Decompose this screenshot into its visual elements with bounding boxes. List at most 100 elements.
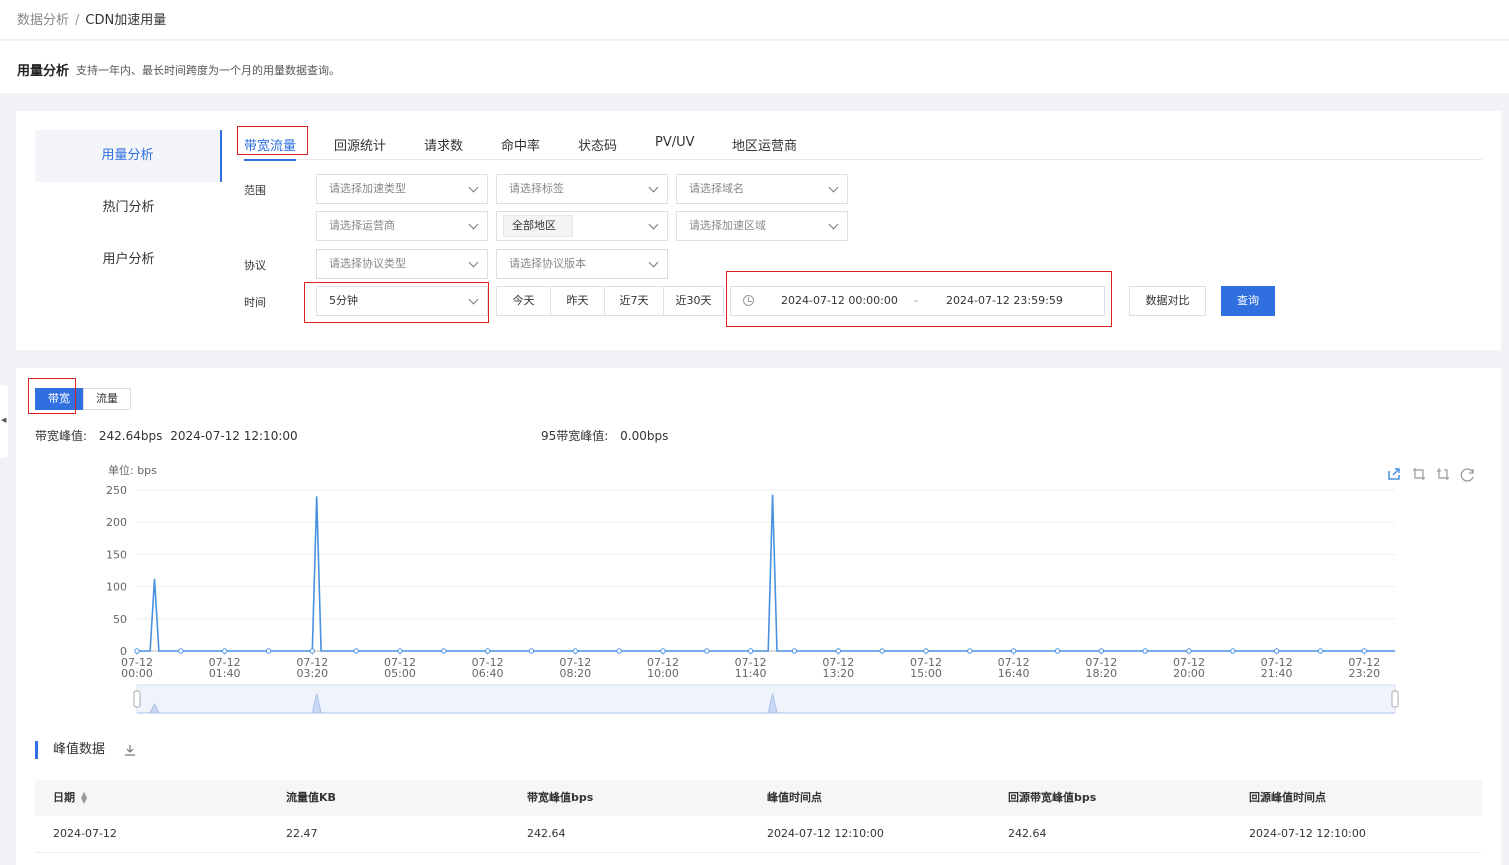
date-end[interactable]: 2024-07-12 23:59:59 <box>946 294 1063 307</box>
chevron-down-icon <box>648 182 659 193</box>
data-point <box>1273 648 1280 654</box>
chevron-down-icon <box>648 219 659 230</box>
x-tick-label: 15:00 <box>910 667 942 680</box>
tab-hit-rate[interactable]: 命中率 <box>501 135 540 154</box>
peak-label: 带宽峰值: <box>35 429 88 443</box>
granularity-select[interactable]: 5分钟 <box>316 286 488 316</box>
accel-type-select[interactable]: 请选择加速类型 <box>316 174 488 204</box>
data-point <box>484 648 491 654</box>
x-tick-label: 11:40 <box>735 667 767 680</box>
x-tick-label: 08:20 <box>559 667 591 680</box>
download-icon[interactable] <box>124 744 136 756</box>
compare-button[interactable]: 数据对比 <box>1129 286 1206 316</box>
column-header-bw-peak: 带宽峰值bps <box>527 791 594 804</box>
breadcrumb-parent[interactable]: 数据分析 <box>17 13 69 28</box>
column-header-origin-peak-time: 回源峰值时间点 <box>1249 791 1326 804</box>
chevron-down-icon <box>828 182 839 193</box>
intro-bar: 用量分析 支持一年内、最长时间跨度为一个月的用量数据查询。 <box>0 41 1509 93</box>
data-point <box>747 648 754 654</box>
sort-icon[interactable]: ▲ ▼ <box>81 791 87 805</box>
analysis-tabs: 带宽流量 回源统计 请求数 命中率 状态码 PV/UV 地区运营商 <box>244 130 1482 161</box>
data-point <box>704 648 710 654</box>
refresh-icon[interactable] <box>1460 467 1476 483</box>
peak-section-title: 峰值数据 <box>35 741 105 759</box>
data-point <box>1010 648 1017 654</box>
domain-placeholder: 请选择域名 <box>689 182 744 195</box>
data-point <box>967 648 973 654</box>
zoom-slider-track <box>136 684 1396 714</box>
filter-card: 用量分析 热门分析 用户分析 带宽流量 回源统计 请求数 命中率 状态码 PV/… <box>16 111 1501 350</box>
domain-select[interactable]: 请选择域名 <box>676 174 848 204</box>
data-point <box>265 648 272 654</box>
cell-date: 2024-07-12 <box>53 827 117 840</box>
sidenav-item-user[interactable]: 用户分析 <box>35 234 222 286</box>
protocol-type-select[interactable]: 请选择协议类型 <box>316 249 488 279</box>
data-point <box>616 648 622 654</box>
data-point <box>1230 648 1236 654</box>
p95-value: 0.00bps <box>620 429 669 443</box>
quick-7days-button[interactable]: 近7天 <box>605 287 664 315</box>
date-range-picker[interactable]: 2024-07-12 00:00:00 - 2024-07-12 23:59:5… <box>730 286 1105 316</box>
x-tick-label: 10:00 <box>647 667 679 680</box>
tab-status-code[interactable]: 状态码 <box>578 135 617 154</box>
quick-yesterday-button[interactable]: 昨天 <box>551 287 605 315</box>
x-tick-label: 18:20 <box>1085 667 1117 680</box>
quick-30days-button[interactable]: 近30天 <box>664 287 723 315</box>
sidebar-collapse-handle[interactable]: ◀ <box>0 385 8 458</box>
toggle-traffic[interactable]: 流量 <box>83 388 131 410</box>
region-select[interactable]: 全部地区 <box>496 211 668 241</box>
tag-select[interactable]: 请选择标签 <box>496 174 668 204</box>
chart-card: 带宽 流量 带宽峰值: 242.64bps 2024-07-12 12:10:0… <box>16 368 1501 865</box>
tag-placeholder: 请选择标签 <box>509 182 564 195</box>
tab-region-isp[interactable]: 地区运营商 <box>732 135 797 154</box>
tab-origin-stats[interactable]: 回源统计 <box>334 135 386 154</box>
p95-label: 95带宽峰值: <box>541 429 609 443</box>
date-separator: - <box>914 294 918 307</box>
cell-bw-peak: 242.64 <box>527 827 566 840</box>
data-point <box>1142 648 1148 654</box>
sidenav-item-hot[interactable]: 热门分析 <box>35 182 222 234</box>
x-tick-label: 23:20 <box>1348 667 1380 680</box>
y-tick-label: 250 <box>106 484 127 497</box>
quick-range-group: 今天 昨天 近7天 近30天 <box>496 286 724 316</box>
data-point <box>309 648 316 654</box>
chevron-down-icon <box>468 294 479 305</box>
region-tag[interactable]: 全部地区 <box>503 215 573 237</box>
cell-origin-bw-peak: 242.64 <box>1008 827 1047 840</box>
peak-value: 242.64bps <box>98 429 163 443</box>
tab-pv-uv[interactable]: PV/UV <box>655 135 695 150</box>
data-point <box>528 648 535 654</box>
data-point <box>1054 648 1061 654</box>
sidenav-item-usage[interactable]: 用量分析 <box>35 130 222 182</box>
date-start[interactable]: 2024-07-12 00:00:00 <box>781 294 898 307</box>
data-point <box>879 648 885 654</box>
data-point <box>923 648 929 654</box>
accel-region-placeholder: 请选择加速区域 <box>689 219 766 232</box>
x-tick-label: 03:20 <box>296 667 328 680</box>
data-point <box>397 648 403 654</box>
share-icon[interactable] <box>1387 467 1401 481</box>
x-tick-label: 06:40 <box>472 667 504 680</box>
bandwidth-chart[interactable]: 单位: bps05010015020025007-1200:0007-1201:… <box>16 458 1501 718</box>
data-point <box>1317 648 1324 654</box>
isp-select[interactable]: 请选择运营商 <box>316 211 488 241</box>
column-header-date[interactable]: 日期 ▲ ▼ <box>35 780 268 816</box>
cell-traffic: 22.47 <box>286 827 318 840</box>
data-point <box>178 648 184 654</box>
page-title: 用量分析 <box>17 64 70 79</box>
protocol-version-select[interactable]: 请选择协议版本 <box>496 249 668 279</box>
chevron-down-icon <box>468 182 479 193</box>
zoom-reset-icon[interactable] <box>1436 467 1450 481</box>
column-header-peak-time: 峰值时间点 <box>767 791 822 804</box>
accel-region-select[interactable]: 请选择加速区域 <box>676 211 848 241</box>
quick-today-button[interactable]: 今天 <box>497 287 551 315</box>
peak-table: 日期 ▲ ▼ 流量值KB 带宽峰值bps 峰值时间点 回源带宽峰值bps 回源峰值时… <box>35 780 1482 853</box>
data-point <box>835 648 842 654</box>
zoom-select-icon[interactable] <box>1412 467 1426 481</box>
query-button[interactable]: 查询 <box>1221 286 1275 316</box>
tab-requests[interactable]: 请求数 <box>424 135 463 154</box>
tab-bandwidth-traffic[interactable]: 带宽流量 <box>244 135 297 161</box>
granularity-value: 5分钟 <box>329 294 358 307</box>
chevron-down-icon <box>468 219 479 230</box>
toggle-bandwidth[interactable]: 带宽 <box>35 388 83 410</box>
